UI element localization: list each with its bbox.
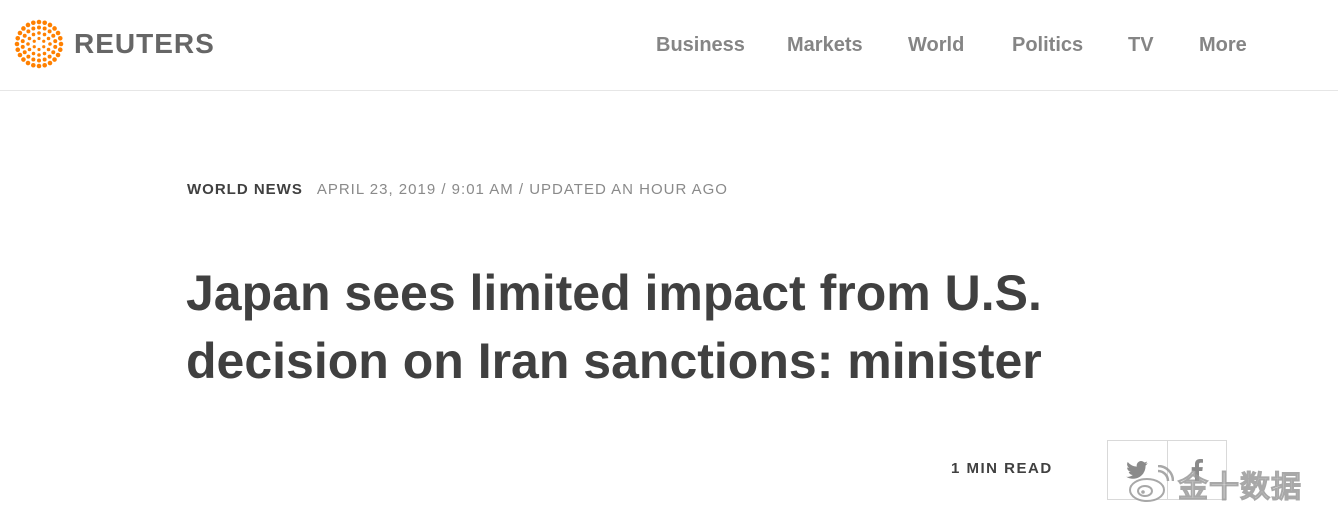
nav-markets[interactable]: Markets [787, 30, 863, 60]
reuters-logo[interactable]: REUTERS [14, 19, 215, 69]
reuters-logo-icon [14, 19, 64, 69]
weibo-icon [1129, 465, 1174, 502]
read-time: 1 MIN READ [951, 460, 1053, 477]
dateline: APRIL 23, 2019 / 9:01 AM / UPDATED AN HO… [316, 181, 728, 198]
brand-name: REUTERS [74, 28, 215, 59]
article-meta: WORLD NEWS APRIL 23, 2019 / 9:01 AM / UPD… [187, 180, 728, 200]
section-link[interactable]: WORLD NEWS [187, 181, 303, 198]
watermark: 金十数据 [1128, 462, 1302, 506]
nav-politics[interactable]: Politics [1012, 30, 1083, 60]
watermark-text: 金十数据 [1178, 470, 1302, 506]
article-headline: Japan sees limited impact from U.S. deci… [186, 265, 1042, 389]
nav-tv[interactable]: TV [1128, 30, 1154, 60]
nav-world[interactable]: World [908, 30, 964, 60]
nav-business[interactable]: Business [656, 30, 745, 60]
site-header: REUTERS Business Markets World Politics … [0, 0, 1338, 91]
nav-more[interactable]: More [1199, 30, 1247, 60]
